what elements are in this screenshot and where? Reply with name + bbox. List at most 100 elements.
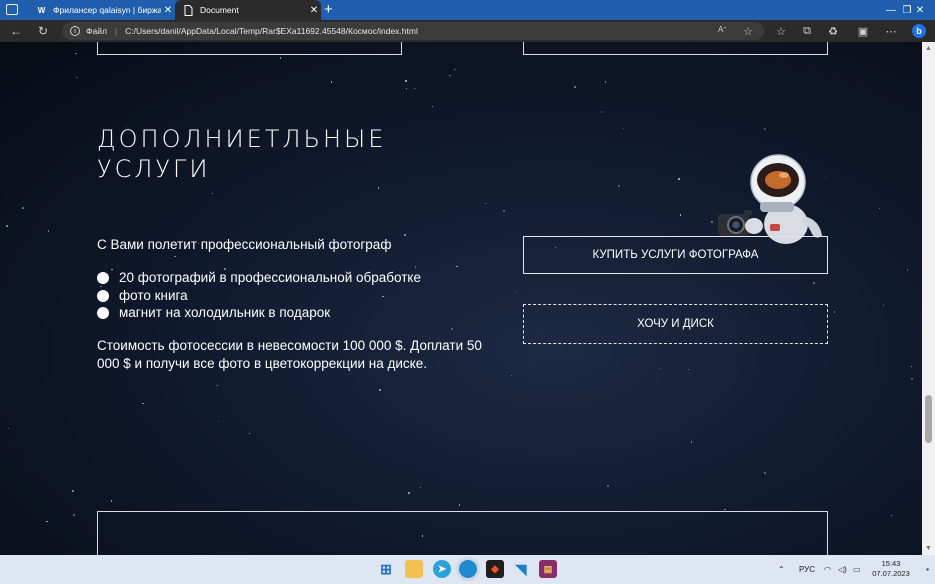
star-decoration [405,80,407,82]
back-icon[interactable]: ← [8,23,24,39]
star-decoration [22,207,24,209]
star-decoration [47,230,50,232]
star-decoration [678,178,680,180]
list-item: магнит на холодильник в подарок [97,304,421,322]
star-decoration [142,402,144,405]
address-bar: ← ↻ i Файл | C:/Users/danil/AppData/Loca… [0,20,935,42]
star-decoration [659,367,662,370]
star-decoration [882,304,885,306]
want-disk-button[interactable]: ХОЧУ И ДИСК [523,304,828,344]
tab-document[interactable]: Document ✕ [175,0,321,20]
tray-chevron-icon[interactable]: ⌃ [778,555,785,584]
file-explorer-icon[interactable] [405,560,423,578]
winrar-icon[interactable]: ▤ [539,560,557,578]
section-title: ДОПОЛНИЕТЛЬНЫЕ УСЛУГИ [97,125,387,183]
close-tab-icon[interactable]: ✕ [161,5,175,16]
bing-copilot-icon[interactable]: b [912,24,926,38]
star-decoration [456,265,458,268]
volume-icon[interactable]: ◁) [838,555,847,584]
list-item: фото книга [97,287,421,305]
star-decoration [833,311,836,313]
astronaut-photographer-icon [718,154,822,244]
star-decoration [878,207,881,210]
tab-label: Document [200,5,239,15]
star-decoration [217,420,220,423]
star-decoration [216,384,218,387]
language-indicator[interactable]: РУС [799,555,815,584]
star-decoration [574,86,576,88]
taskbar-clock[interactable]: 15:43 07.07.2023 [868,559,914,579]
star-decoration [711,221,713,223]
star-decoration [377,187,380,189]
star-decoration [174,255,176,258]
star-decoration [687,368,690,371]
wifi-icon[interactable]: ◠ [824,555,831,584]
telegram-icon[interactable]: ➤ [433,560,451,578]
star-decoration [414,266,417,268]
star-decoration [485,202,487,205]
tab-actions-icon[interactable] [6,4,18,15]
star-decoration [679,214,682,216]
w-icon: W [37,5,46,15]
star-decoration [6,225,8,227]
star-decoration [248,432,251,435]
lead-text: С Вами полетит профессиональный фотограф [97,237,392,252]
star-decoration [73,514,75,516]
tab-freelancer[interactable]: W Фрилансер qalaisyn | биржа фр ✕ [28,0,175,20]
extensions-icon[interactable]: ♻ [826,24,840,38]
edge-browser-icon[interactable] [459,560,477,578]
star-decoration [451,328,453,330]
star-decoration [405,87,408,90]
notifications-icon[interactable]: ▪ [922,555,933,584]
close-window-icon[interactable]: ✕ [905,0,935,20]
vscode-icon[interactable]: ◥ [512,560,530,578]
star-decoration [419,486,422,489]
star-decoration [110,500,113,502]
split-screen-icon[interactable]: ▣ [856,24,870,38]
card-top-right [523,42,828,55]
close-tab-icon[interactable]: ✕ [307,5,321,16]
star-decoration [75,52,77,55]
star-decoration [600,111,603,113]
favorite-star-icon[interactable]: ☆ [743,25,753,38]
star-decoration [211,192,214,195]
url-text: C:/Users/danil/AppData/Local/Temp/Rar$EX… [125,26,418,36]
new-tab-icon[interactable]: + [324,1,333,18]
star-decoration [404,234,406,236]
favorites-icon[interactable]: ☆ [774,24,788,38]
page-scrollbar[interactable]: ▲ ▼ [922,42,935,555]
star-decoration [408,492,410,494]
read-aloud-icon[interactable]: Aᐩ [718,25,726,34]
star-decoration [330,81,333,83]
more-menu-icon[interactable]: ⋯ [884,24,898,38]
star-decoration [458,504,461,506]
star-decoration [515,290,518,292]
star-decoration [622,127,625,130]
buy-photographer-button[interactable]: КУПИТЬ УСЛУГИ ФОТОГРАФА [523,236,828,274]
star-decoration [911,378,913,380]
star-decoration [379,389,381,391]
star-decoration [906,269,909,271]
figma-icon[interactable]: ◆ [486,560,504,578]
star-decoration [618,185,620,187]
star-decoration [431,105,434,108]
star-decoration [604,81,607,83]
star-decoration [279,57,282,59]
card-top-left [97,42,402,55]
battery-icon[interactable]: ▭ [853,555,861,584]
scroll-down-icon[interactable]: ▼ [924,544,933,553]
browser-title-bar: W Фрилансер qalaisyn | биржа фр ✕ Docume… [0,0,935,20]
price-text: Стоимость фотосессии в невесомости 100 0… [97,338,482,371]
list-item: 20 фотографий в профессиональной обработ… [97,269,421,287]
refresh-icon[interactable]: ↻ [35,23,51,39]
page-viewport: ДОПОЛНИЕТЛЬНЫЕ УСЛУГИ С Вами полетит про… [0,42,922,555]
start-windows-icon[interactable]: ⊞ [377,560,395,578]
star-decoration [690,441,693,443]
scroll-up-icon[interactable]: ▲ [924,44,933,53]
tab-label: Фрилансер qalaisyn | биржа фр [53,5,161,15]
info-icon[interactable]: i [70,26,80,36]
scrollbar-thumb[interactable] [925,395,932,443]
clock-date: 07.07.2023 [872,569,910,578]
collections-icon[interactable]: ⧉ [800,24,814,38]
url-field[interactable]: i Файл | C:/Users/danil/AppData/Local/Te… [62,22,764,40]
